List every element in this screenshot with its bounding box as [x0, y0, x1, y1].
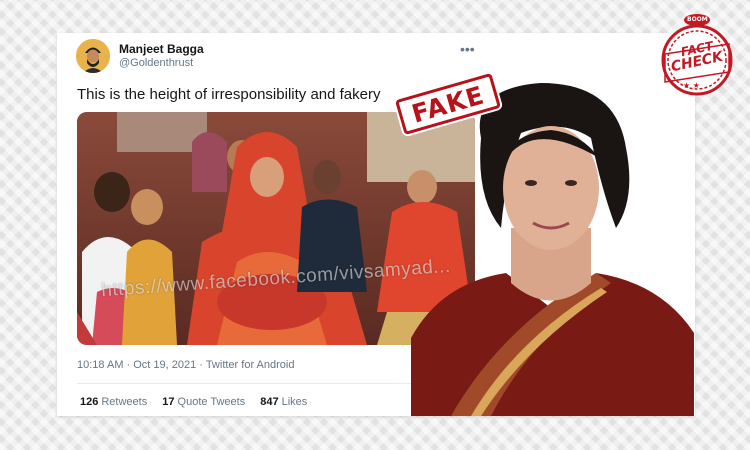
- quote-tweets-count: 17: [162, 396, 175, 408]
- avatar-image: [76, 39, 110, 73]
- author-avatar[interactable]: [76, 39, 110, 73]
- retweets-stat[interactable]: 126 Retweets: [80, 396, 147, 408]
- more-horizontal-icon[interactable]: •••: [460, 41, 475, 57]
- likes-stat[interactable]: 847 Likes: [260, 396, 307, 408]
- tweet-text: This is the height of irresponsibility a…: [77, 86, 381, 103]
- likes-label: Likes: [281, 396, 308, 408]
- quote-tweets-stat[interactable]: 17 Quote Tweets: [162, 396, 245, 408]
- author-name[interactable]: Manjeet Bagga: [119, 42, 204, 56]
- portrait-image: [411, 78, 694, 416]
- boom-brand-text: BOOM: [687, 16, 708, 23]
- boom-fact-check-logo: ★ ★ BOOM FACT CHECK: [657, 14, 737, 98]
- woman-portrait: [411, 83, 694, 416]
- tweet-timestamp[interactable]: 10:18 AM · Oct 19, 2021 · Twitter for An…: [77, 359, 294, 371]
- retweets-count: 126: [80, 396, 99, 408]
- likes-count: 847: [260, 396, 279, 408]
- quote-tweets-label: Quote Tweets: [177, 396, 246, 408]
- retweets-label: Retweets: [101, 396, 148, 408]
- tweet-stats: 126 Retweets 17 Quote Tweets 847 Likes: [80, 396, 319, 408]
- author-handle[interactable]: @Goldenthrust: [119, 57, 193, 69]
- svg-text:★ ★: ★ ★: [683, 81, 700, 90]
